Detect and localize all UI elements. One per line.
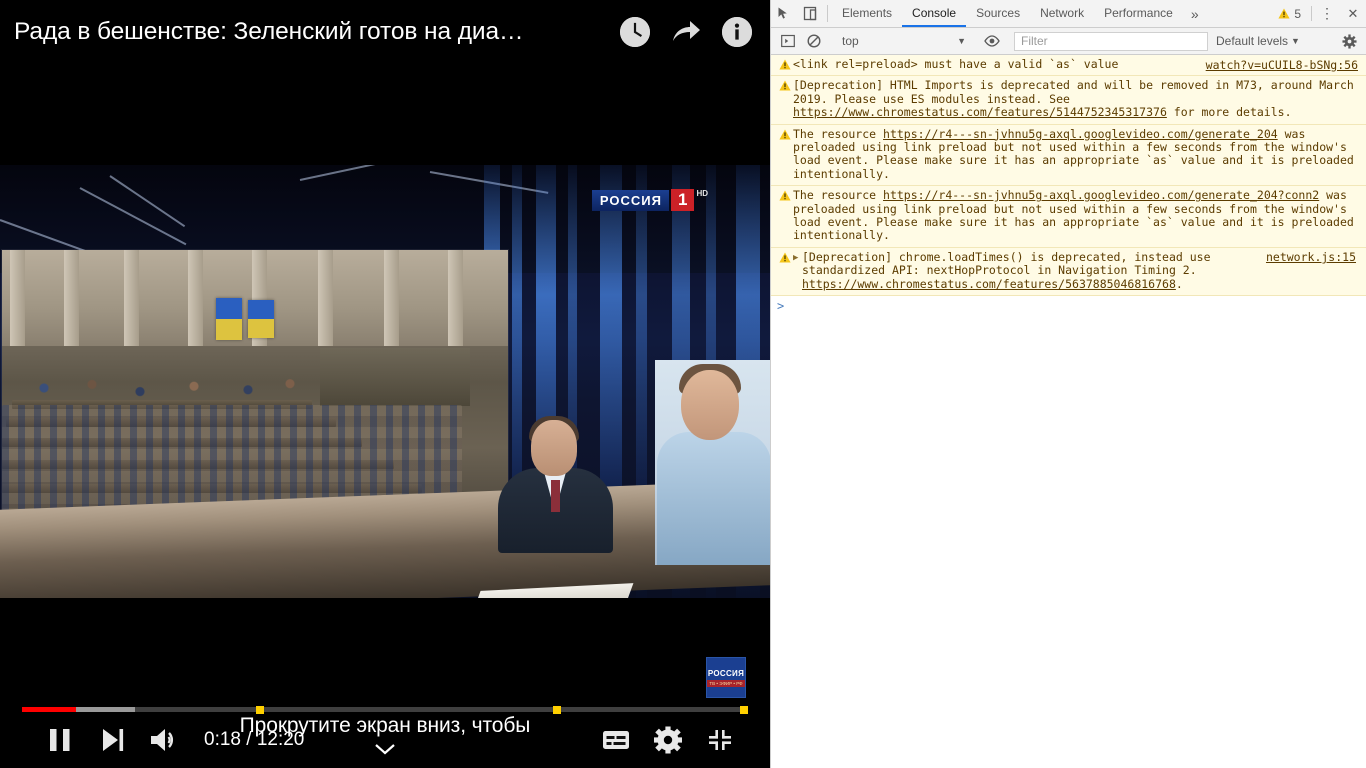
console-message-source-link[interactable]: network.js:15 [1266, 250, 1356, 264]
live-expression-icon[interactable] [979, 35, 1005, 47]
watch-later-icon[interactable] [620, 17, 650, 47]
console-message-url[interactable]: https://www.chromestatus.com/features/51… [793, 105, 1167, 119]
msg-seg: for more details. [1166, 105, 1292, 120]
console-message-text: network.js:15 [Deprecation] chrome.loadTi… [802, 249, 1360, 291]
channel-logo-hd: HD [696, 189, 708, 198]
devtools-panel: Elements Console Sources Network Perform… [770, 0, 1366, 768]
subtitles-button[interactable] [590, 716, 642, 764]
player-title-bar: Рада в бешенстве: Зеленский готов на диа… [0, 0, 770, 64]
channel-logo-word: РОССИЯ [591, 189, 669, 211]
chevron-down-icon: ▼ [957, 36, 966, 46]
settings-button[interactable] [642, 716, 694, 764]
log-levels-value: Default levels [1216, 34, 1289, 48]
settings-icon[interactable] [1336, 33, 1362, 49]
msg-seg: [Deprecation] HTML Imports is deprecated… [793, 78, 1354, 106]
channel-watermark: РОССИЯ ТВ • ЭФИР • РФ [706, 657, 746, 698]
msg-seg: The resource [793, 126, 884, 141]
pause-button[interactable] [34, 716, 86, 764]
tab-sources[interactable]: Sources [966, 0, 1030, 27]
watermark-top-text: РОССИЯ [707, 668, 745, 678]
device-toolbar-icon[interactable] [797, 0, 823, 27]
tab-network[interactable]: Network [1030, 0, 1094, 27]
chevron-down-icon: ▼ [1291, 36, 1300, 46]
devtools-tabbar: Elements Console Sources Network Perform… [771, 0, 1366, 28]
player-left-buttons: 0:18 / 12:20 [0, 716, 304, 764]
app-root: РОССИЯ 1 HD ВЕСТИ в 20:00 РОССИЯ ТВ • ЭФ… [0, 0, 1366, 768]
warning-triangle-icon [779, 252, 791, 263]
watermark-bottom-text: ТВ • ЭФИР • РФ [707, 679, 745, 687]
video-frame: РОССИЯ 1 HD ВЕСТИ в 20:00 [0, 165, 770, 598]
warning-triangle-icon [1278, 8, 1290, 19]
console-message-source-link[interactable]: watch?v=uCUIL8-bSNg:56 [1206, 58, 1358, 72]
more-tabs-icon[interactable]: » [1183, 0, 1207, 27]
warning-count-text: 5 [1294, 6, 1301, 21]
news-anchor [498, 416, 613, 553]
video-player[interactable]: РОССИЯ 1 HD ВЕСТИ в 20:00 РОССИЯ ТВ • ЭФ… [0, 0, 770, 768]
console-message[interactable]: The resource https://r4---sn-jvhnu5g-axq… [771, 124, 1366, 187]
warning-count-badge[interactable]: 5 [1270, 0, 1309, 27]
tab-performance[interactable]: Performance [1094, 0, 1183, 27]
inset-video-clip [2, 250, 508, 525]
inspect-element-icon[interactable] [771, 0, 797, 27]
console-message-url[interactable]: https://r4---sn-jvhnu5g-axql.googlevideo… [883, 188, 1319, 202]
warning-triangle-icon [779, 190, 791, 201]
console-message[interactable]: ▶ network.js:15 [Deprecation] chrome.load… [771, 247, 1366, 297]
close-devtools-icon[interactable]: ✕ [1340, 0, 1366, 27]
tab-console[interactable]: Console [902, 0, 967, 27]
exit-fullscreen-button[interactable] [694, 716, 746, 764]
channel-logo: РОССИЯ 1 HD [591, 189, 708, 211]
clear-console-icon[interactable] [801, 34, 827, 48]
warning-triangle-icon [779, 80, 791, 91]
console-filter-input[interactable] [1014, 31, 1208, 51]
volume-button[interactable] [138, 716, 190, 764]
player-buttons-row: 0:18 / 12:20 [0, 712, 770, 768]
msg-seg: The resource [793, 188, 884, 203]
time-display: 0:18 / 12:20 [204, 729, 305, 750]
console-message-url[interactable]: https://www.chromestatus.com/features/56… [802, 277, 1176, 291]
player-controls: Прокрутите экран вниз, чтобы 0:18 / 12:2… [0, 698, 770, 768]
console-sidebar-icon[interactable] [775, 34, 801, 48]
player-title-actions [620, 17, 752, 47]
tabbar-spacer [1207, 0, 1271, 27]
warning-triangle-icon [779, 129, 791, 140]
console-toolbar: top ▼ Default levels ▼ [771, 28, 1366, 55]
tabbar-divider-2 [1311, 6, 1312, 21]
console-message-text: [Deprecation] HTML Imports is deprecated… [793, 79, 1360, 119]
log-levels-select[interactable]: Default levels ▼ [1208, 34, 1308, 48]
info-icon[interactable] [722, 17, 752, 47]
devtools-menu-icon[interactable]: ⋮ [1314, 0, 1340, 27]
execution-context-value: top [842, 34, 859, 48]
console-message[interactable]: [Deprecation] HTML Imports is deprecated… [771, 76, 1366, 125]
guest-video-panel [655, 360, 770, 565]
player-right-buttons [590, 716, 746, 764]
video-title[interactable]: Рада в бешенстве: Зеленский готов на диа… [14, 18, 606, 46]
tab-elements[interactable]: Elements [832, 0, 902, 27]
next-video-button[interactable] [86, 716, 138, 764]
msg-seg: . [1175, 276, 1183, 291]
console-prompt[interactable]: > [771, 296, 1366, 317]
console-message-url[interactable]: https://r4---sn-jvhnu5g-axql.googlevideo… [883, 127, 1278, 141]
console-prompt-input[interactable] [784, 299, 1360, 313]
msg-seg: [Deprecation] chrome.loadTimes() is depr… [802, 249, 1211, 278]
toolbar-divider [827, 5, 828, 22]
warning-triangle-icon [779, 59, 791, 70]
prompt-chevron-icon: > [777, 299, 785, 314]
console-message[interactable]: <link rel=preload> must have a valid `as… [771, 55, 1366, 77]
execution-context-select[interactable]: top ▼ [836, 32, 970, 51]
expand-message-icon[interactable]: ▶ [793, 253, 802, 263]
share-icon[interactable] [670, 17, 702, 47]
console-message[interactable]: The resource https://r4---sn-jvhnu5g-axq… [771, 186, 1366, 248]
channel-logo-number: 1 [670, 189, 695, 211]
console-message-list[interactable]: <link rel=preload> must have a valid `as… [771, 55, 1366, 768]
console-message-text: The resource https://r4---sn-jvhnu5g-axq… [793, 189, 1360, 243]
console-message-text: The resource https://r4---sn-jvhnu5g-axq… [793, 126, 1360, 182]
